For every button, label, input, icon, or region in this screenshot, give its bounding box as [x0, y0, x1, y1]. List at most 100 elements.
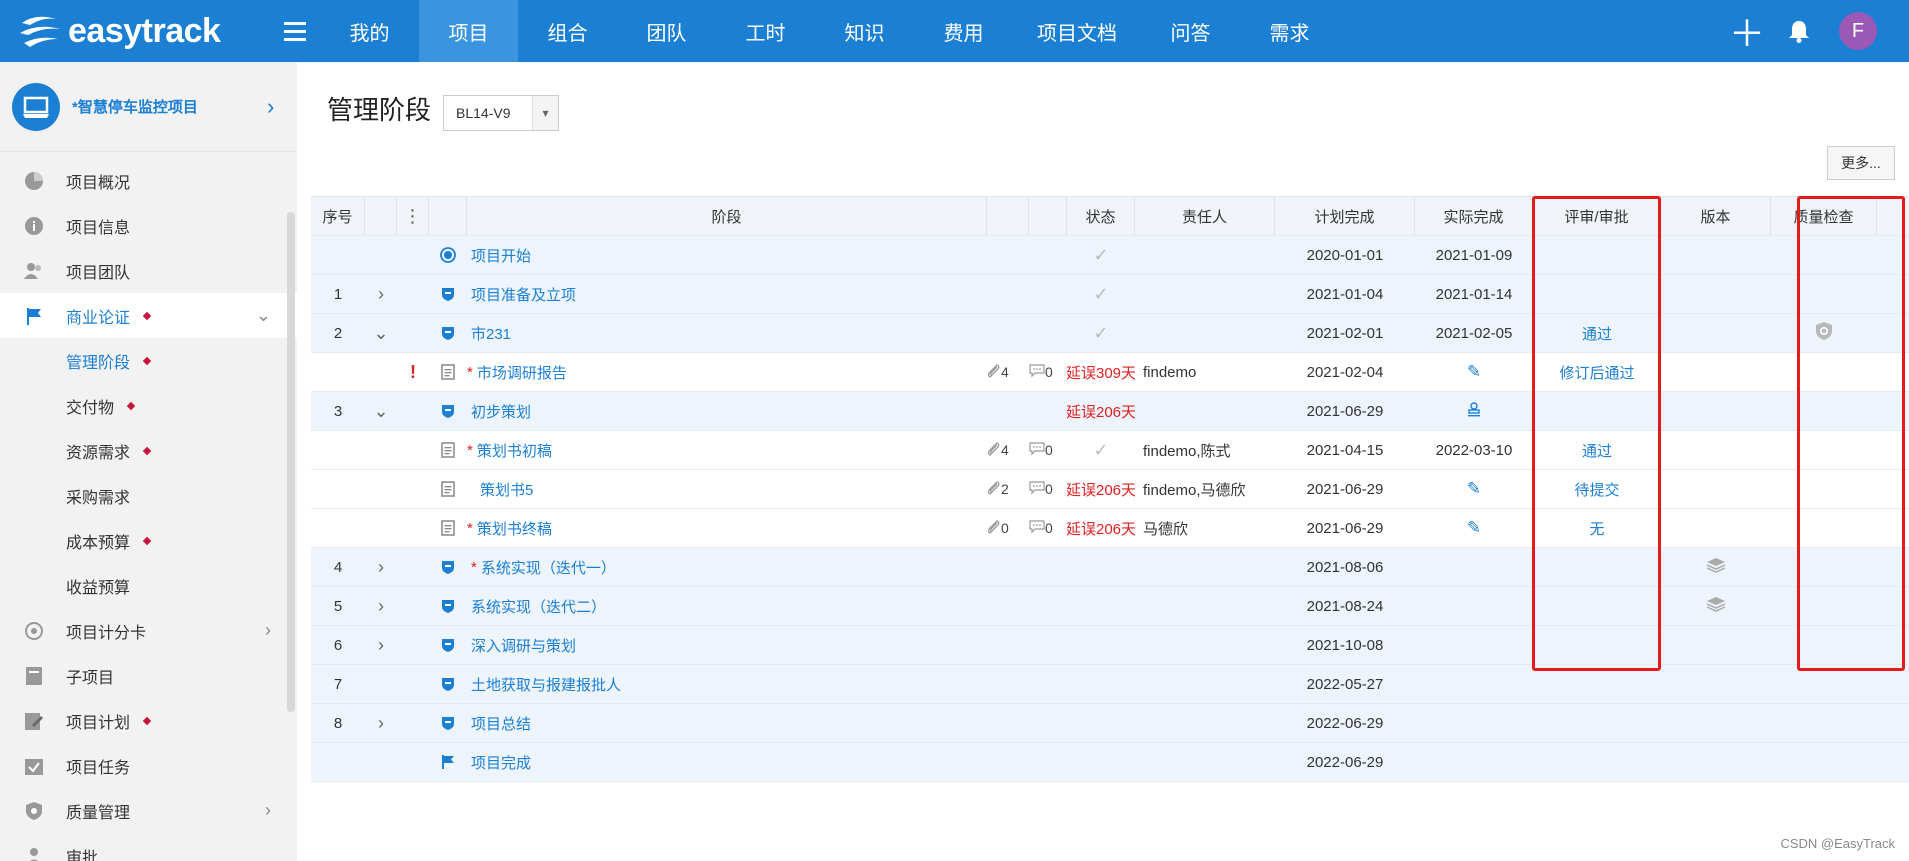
stage-name-cell[interactable]: * 市场调研报告: [467, 353, 987, 391]
stage-name-cell[interactable]: 项目完成: [467, 743, 987, 781]
comment-cell: [1029, 587, 1067, 625]
edit-icon[interactable]: ✎: [1467, 362, 1481, 382]
stage-name-cell[interactable]: 系统实现（迭代二）: [467, 587, 987, 625]
header-owner[interactable]: 责任人: [1135, 197, 1275, 235]
sidebar-item[interactable]: 子项目: [0, 653, 297, 698]
chevron-down-icon[interactable]: ⌄: [373, 323, 388, 344]
header-status[interactable]: 状态: [1067, 197, 1135, 235]
more-button[interactable]: 更多...: [1827, 146, 1895, 180]
stage-name-cell[interactable]: * 系统实现（迭代一）: [467, 548, 987, 586]
sidebar-item[interactable]: 项目信息: [0, 203, 297, 248]
sidebar-item-label: 审批: [66, 849, 99, 861]
sidebar-item[interactable]: 交付物: [0, 383, 297, 428]
app-logo[interactable]: easytrack: [0, 0, 270, 62]
nav-item[interactable]: 费用: [914, 0, 1013, 62]
sidebar-item[interactable]: 项目概况: [0, 158, 297, 203]
stage-name-cell[interactable]: 策划书5: [467, 470, 987, 508]
sidebar-item[interactable]: 收益预算: [0, 563, 297, 608]
table-row[interactable]: 7 土地获取与报建报批人 2022-05-27: [311, 665, 1909, 704]
chevron-right-icon[interactable]: ›: [265, 620, 271, 641]
table-row[interactable]: 3 ⌄ 初步策划 延误206天 2021-06-29: [311, 392, 1909, 431]
edit-icon[interactable]: ✎: [1467, 479, 1481, 499]
header-plan[interactable]: 计划完成: [1275, 197, 1415, 235]
sidebar-item[interactable]: 采购需求: [0, 473, 297, 518]
bell-icon[interactable]: [1773, 0, 1825, 62]
table-row[interactable]: 项目完成 2022-06-29: [311, 743, 1909, 782]
table-row[interactable]: 5 › 系统实现（迭代二） 2021-08-24: [311, 587, 1909, 626]
table-row[interactable]: 项目开始 ✓ 2020-01-01 2021-01-09: [311, 236, 1909, 275]
nav-item[interactable]: 项目: [419, 0, 518, 62]
sidebar-item[interactable]: 商业论证 ⌄: [0, 293, 297, 338]
table-row[interactable]: 8 › 项目总结 2022-06-29: [311, 704, 1909, 743]
nav-item[interactable]: 团队: [617, 0, 716, 62]
chevron-right-icon[interactable]: ›: [378, 557, 384, 578]
table-row[interactable]: * 策划书终稿 0 0 延误206天 马德欣 2021-06-29 ✎ 无: [311, 509, 1909, 548]
header-no[interactable]: 序号: [311, 197, 365, 235]
chevron-right-icon[interactable]: ›: [378, 713, 384, 734]
status-cell: [1067, 548, 1135, 586]
chevron-right-icon[interactable]: ›: [265, 800, 271, 821]
nav-item[interactable]: 问答: [1141, 0, 1240, 62]
comment-cell: [1029, 314, 1067, 352]
stage-name-cell[interactable]: 项目准备及立项: [467, 275, 987, 313]
stage-name-cell[interactable]: 深入调研与策划: [467, 626, 987, 664]
sidebar-item[interactable]: 项目任务: [0, 743, 297, 788]
chevron-right-icon[interactable]: ›: [378, 635, 384, 656]
header-version[interactable]: 版本: [1661, 197, 1771, 235]
table-row[interactable]: 1 › 项目准备及立项 ✓ 2021-01-04 2021-01-14: [311, 275, 1909, 314]
header-actual[interactable]: 实际完成: [1415, 197, 1533, 235]
table-row[interactable]: 6 › 深入调研与策划 2021-10-08: [311, 626, 1909, 665]
sidebar-item[interactable]: 项目计分卡 ›: [0, 608, 297, 653]
stamp-icon[interactable]: [1466, 401, 1482, 421]
nav-item[interactable]: 知识: [815, 0, 914, 62]
project-header[interactable]: *智慧停车监控项目 ›: [0, 62, 297, 152]
owner-cell: findemo,马德欣: [1143, 481, 1246, 499]
column-menu-icon[interactable]: ⋮: [397, 197, 429, 235]
nav-item[interactable]: 组合: [518, 0, 617, 62]
nav-item[interactable]: 项目文档: [1013, 0, 1141, 62]
sidebar-item[interactable]: 成本预算: [0, 518, 297, 563]
sidebar-item[interactable]: 管理阶段: [0, 338, 297, 383]
edit-icon[interactable]: ✎: [1467, 518, 1481, 538]
stage-name-cell[interactable]: * 策划书终稿: [467, 509, 987, 547]
header-stage[interactable]: 阶段: [467, 197, 987, 235]
version-select[interactable]: BL14-V9 ▾: [443, 95, 559, 131]
stage-name-cell[interactable]: 初步策划: [467, 392, 987, 430]
chevron-right-icon[interactable]: ›: [267, 94, 297, 120]
stage-name-cell[interactable]: 项目总结: [467, 704, 987, 742]
version-cell: [1661, 431, 1771, 469]
chevron-right-icon[interactable]: ›: [378, 284, 384, 305]
mark-cell: [397, 470, 429, 508]
add-icon[interactable]: ＋: [1721, 0, 1773, 62]
stage-name-cell[interactable]: * 策划书初稿: [467, 431, 987, 469]
page-title: 管理阶段: [327, 95, 432, 125]
actual-cell: 2022-03-10: [1435, 441, 1513, 459]
nav-item[interactable]: 需求: [1240, 0, 1339, 62]
chevron-down-icon[interactable]: ⌄: [256, 305, 271, 326]
sidebar-item[interactable]: 项目计划: [0, 698, 297, 743]
nav-item[interactable]: 工时: [716, 0, 815, 62]
chevron-down-icon[interactable]: ▾: [532, 96, 558, 130]
sidebar-item[interactable]: 资源需求: [0, 428, 297, 473]
table-row[interactable]: 策划书5 2 0 延误206天 findemo,马德欣 2021-06-29 ✎ 待提交: [311, 470, 1909, 509]
table-row[interactable]: 2 ⌄ 市231 ✓ 2021-02-01 2021-02-05 通过: [311, 314, 1909, 353]
layers-icon[interactable]: [1706, 557, 1726, 577]
layers-icon[interactable]: [1706, 596, 1726, 616]
table-row[interactable]: 4 › * 系统实现（迭代一） 2021-08-06: [311, 548, 1909, 587]
sidebar-item[interactable]: 审批: [0, 833, 297, 861]
menu-toggle-icon[interactable]: [270, 0, 320, 62]
nav-item[interactable]: 我的: [320, 0, 419, 62]
stage-name-cell[interactable]: 土地获取与报建报批人: [467, 665, 987, 703]
table-row[interactable]: ! * 市场调研报告 4 0 延误309天 findemo 2021-02-04 ✎ 修订后通过: [311, 353, 1909, 392]
user-avatar[interactable]: F: [1839, 12, 1877, 50]
required-asterisk: *: [467, 519, 473, 537]
chevron-down-icon[interactable]: ⌄: [373, 401, 388, 422]
table-row[interactable]: * 策划书初稿 4 0 ✓ findemo,陈式 2021-04-15 2022-03-10 通…: [311, 431, 1909, 470]
stage-name-cell[interactable]: 市231: [467, 314, 987, 352]
stage-name-cell[interactable]: 项目开始: [467, 236, 987, 274]
sidebar-item[interactable]: 质量管理 ›: [0, 788, 297, 833]
sidebar-scrollbar[interactable]: [287, 212, 295, 712]
plan-date-cell: 2022-06-29: [1306, 714, 1384, 732]
sidebar-item[interactable]: 项目团队: [0, 248, 297, 293]
chevron-right-icon[interactable]: ›: [378, 596, 384, 617]
